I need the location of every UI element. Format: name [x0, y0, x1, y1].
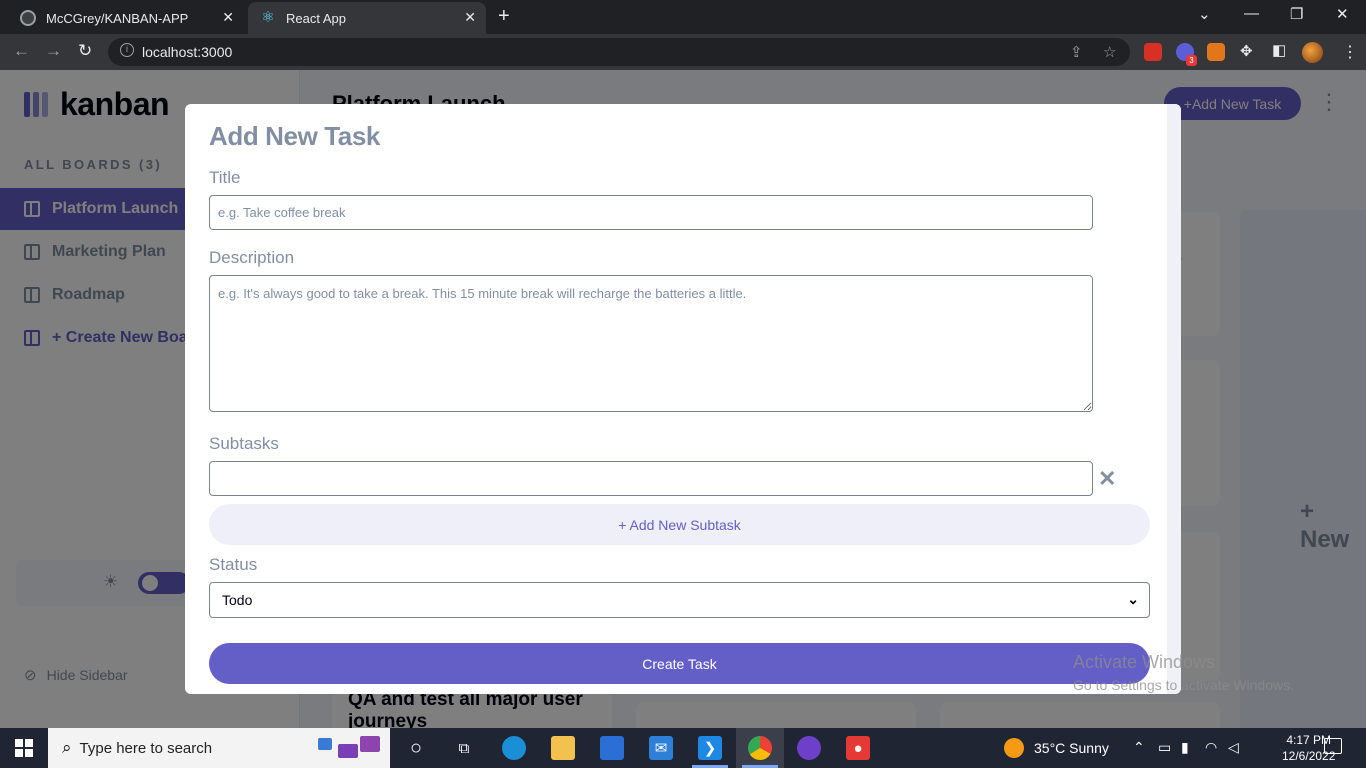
forward-arrow-icon[interactable]: → [45, 41, 62, 61]
file-explorer-icon[interactable] [551, 736, 575, 760]
wifi-icon[interactable]: ◠ [1205, 739, 1217, 756]
back-arrow-icon[interactable]: ← [13, 41, 30, 61]
share-icon[interactable]: ⇪ [1070, 43, 1083, 61]
task-view-icon[interactable]: ⧉ [452, 736, 476, 760]
status-label: Status [209, 555, 258, 574]
description-label: Description [209, 248, 295, 267]
search-placeholder: Type here to search [79, 739, 213, 757]
browser-menu-icon[interactable]: ⋮ [1342, 42, 1358, 62]
extension-badge: 3 [1186, 55, 1197, 66]
activate-windows-watermark: Activate Windows Go to Settings to activ… [1073, 652, 1294, 693]
chevron-down-icon: ⌄ [1127, 591, 1139, 607]
address-bar[interactable]: i localhost:3000 ⇪ ☆ [108, 38, 1130, 66]
watermark-subtitle: Go to Settings to activate Windows. [1073, 677, 1294, 693]
store-icon[interactable] [600, 736, 624, 760]
close-icon[interactable]: ✕ [464, 9, 476, 26]
status-selected-value: Todo [222, 592, 253, 608]
add-subtask-button[interactable]: + Add New Subtask [209, 504, 1150, 545]
restore-icon[interactable]: ❐ [1290, 5, 1303, 23]
subtask-input[interactable] [209, 461, 1093, 496]
windows-start-icon[interactable] [15, 739, 33, 757]
add-task-modal: Add New Task Title Description Subtasks … [185, 104, 1181, 694]
browser-tab-react-app[interactable]: ⚛ React App ✕ [248, 2, 486, 34]
volume-icon[interactable]: ◁ [1228, 739, 1239, 756]
watermark-title: Activate Windows [1073, 652, 1216, 672]
github-icon [20, 10, 36, 26]
close-icon[interactable]: ✕ [222, 9, 234, 26]
status-select[interactable]: Todo ⌄ [209, 582, 1150, 618]
weather-text[interactable]: 35°C Sunny [1034, 740, 1109, 756]
close-icon[interactable]: ✕ [1098, 466, 1116, 492]
side-panel-icon[interactable]: ◧ [1272, 41, 1286, 59]
github-desktop-icon[interactable] [797, 736, 821, 760]
title-input[interactable] [209, 195, 1093, 230]
subtasks-label: Subtasks [209, 434, 279, 453]
create-task-button[interactable]: Create Task [209, 643, 1150, 684]
new-tab-icon[interactable]: + [498, 5, 510, 28]
reload-icon[interactable]: ↻ [78, 41, 92, 61]
bookmark-star-icon[interactable]: ☆ [1103, 43, 1116, 61]
url-text: localhost:3000 [142, 44, 233, 60]
browser-tab-github[interactable]: McCGrey/KANBAN-APP ✕ [8, 2, 244, 34]
tab-title: McCGrey/KANBAN-APP [46, 10, 189, 26]
notification-icon[interactable] [1324, 738, 1342, 754]
info-icon[interactable]: i [120, 43, 134, 57]
taskbar-search[interactable]: ⌕ Type here to search [48, 728, 390, 768]
browser-tab-bar: McCGrey/KANBAN-APP ✕ ⚛ React App ✕ + ⌄ —… [0, 0, 1366, 34]
tab-title: React App [286, 10, 346, 26]
search-icon: ⌕ [62, 738, 72, 757]
metamask-icon[interactable] [1207, 43, 1225, 61]
camera-icon[interactable]: ▭ [1158, 739, 1171, 756]
chevron-up-icon[interactable]: ⌃ [1133, 739, 1145, 756]
profile-avatar[interactable] [1302, 42, 1323, 63]
edge-icon[interactable] [502, 736, 526, 760]
cortana-icon[interactable]: ○ [404, 736, 428, 760]
battery-icon[interactable]: ▮ [1181, 739, 1189, 756]
chrome-icon[interactable] [748, 736, 772, 760]
extension-icon[interactable] [1144, 43, 1162, 61]
minimize-icon[interactable]: — [1244, 5, 1259, 22]
window-close-icon[interactable]: ✕ [1336, 5, 1349, 23]
vscode-icon[interactable]: ❯ [698, 736, 722, 760]
weather-icon[interactable] [1004, 738, 1024, 758]
mail-icon[interactable]: ✉ [649, 736, 673, 760]
modal-scrollbar[interactable] [1167, 104, 1181, 694]
modal-title: Add New Task [209, 121, 380, 151]
tab-search-icon[interactable]: ⌄ [1198, 5, 1211, 23]
extensions-puzzle-icon[interactable]: ✥ [1240, 42, 1253, 60]
description-input[interactable] [209, 275, 1093, 412]
search-highlight-icon [318, 736, 380, 758]
windows-taskbar: ⌕ Type here to search ○ ⧉ ✉ ❯ ● 35°C Sun… [0, 728, 1366, 768]
title-label: Title [209, 168, 241, 187]
react-icon: ⚛ [261, 9, 275, 26]
browser-toolbar: ← → ↻ i localhost:3000 ⇪ ☆ ✥ ◧ [0, 34, 1366, 70]
recorder-icon[interactable]: ● [846, 736, 870, 760]
